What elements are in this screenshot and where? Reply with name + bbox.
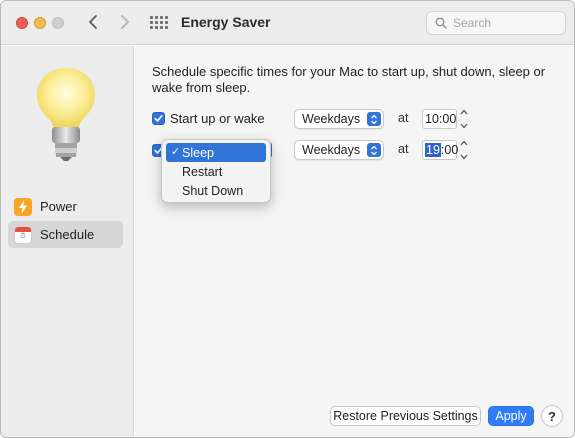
- light-bulb-icon: [37, 68, 95, 161]
- sidebar-item-schedule[interactable]: ⏱ Schedule: [8, 221, 123, 248]
- restore-previous-settings-button[interactable]: Restore Previous Settings: [330, 406, 481, 426]
- stepper-down-icon[interactable]: [460, 123, 468, 129]
- forward-button[interactable]: [115, 10, 135, 34]
- menu-item-label: Sleep: [182, 145, 214, 160]
- sleep-time-stepper[interactable]: [459, 140, 469, 160]
- zoom-button[interactable]: [52, 17, 64, 29]
- back-button[interactable]: [83, 10, 103, 34]
- time-minute[interactable]: 00: [442, 112, 456, 126]
- apply-button[interactable]: Apply: [488, 406, 534, 426]
- sidebar-item-power[interactable]: Power: [8, 193, 123, 220]
- checkmark-icon: [154, 115, 163, 122]
- startup-frequency-popup[interactable]: Weekdays: [294, 109, 384, 129]
- chevron-left-icon: [89, 15, 97, 29]
- stepper-up-icon[interactable]: [460, 140, 468, 146]
- startup-time-field[interactable]: 10:00: [422, 109, 457, 129]
- sleep-time-field[interactable]: 19:00: [422, 140, 458, 160]
- minimize-button[interactable]: [34, 17, 46, 29]
- show-all-grid-icon[interactable]: [150, 14, 168, 32]
- popup-value: Weekdays: [302, 112, 361, 126]
- sidebar-item-label: Schedule: [40, 227, 95, 242]
- startup-checkbox[interactable]: [152, 112, 165, 125]
- stepper-up-icon[interactable]: [460, 109, 468, 115]
- time-minute[interactable]: 00: [444, 143, 458, 157]
- help-button[interactable]: ?: [541, 405, 563, 427]
- menu-item-label: Restart: [182, 164, 223, 179]
- stepper-down-icon[interactable]: [460, 154, 468, 160]
- window-title: Energy Saver: [181, 14, 271, 30]
- sleep-frequency-popup[interactable]: Weekdays: [294, 140, 384, 160]
- menu-item-sleep[interactable]: ✓ Sleep: [166, 143, 266, 162]
- time-hour[interactable]: 10: [425, 112, 439, 126]
- menu-item-shut-down[interactable]: Shut Down: [166, 181, 266, 200]
- up-down-arrows-icon: [367, 112, 381, 126]
- calendar-icon: ⏱: [14, 225, 32, 244]
- startup-time-stepper[interactable]: [459, 109, 469, 129]
- menu-item-restart[interactable]: Restart: [166, 162, 266, 181]
- schedule-description: Schedule specific times for your Mac to …: [152, 64, 546, 95]
- up-down-arrows-icon: [367, 143, 381, 157]
- search-field[interactable]: [426, 11, 566, 35]
- popup-value: Weekdays: [302, 143, 361, 157]
- close-button[interactable]: [16, 17, 28, 29]
- chevron-right-icon: [121, 15, 129, 29]
- sidebar: Power ⏱ Schedule: [1, 46, 134, 437]
- menu-item-label: Shut Down: [182, 183, 244, 198]
- at-label: at: [398, 142, 409, 156]
- at-label: at: [398, 111, 409, 125]
- schedule-pane: Schedule specific times for your Mac to …: [135, 46, 574, 437]
- sidebar-item-label: Power: [40, 199, 77, 214]
- title-bar: Energy Saver: [1, 1, 574, 45]
- search-icon: [435, 17, 447, 29]
- search-input[interactable]: [453, 16, 553, 30]
- startup-label: Start up or wake: [170, 111, 265, 126]
- energy-saver-window: Energy Saver Search Power ⏱ Schedule Sch…: [0, 0, 575, 438]
- lightning-bolt-icon: [14, 197, 32, 216]
- time-hour-selected[interactable]: 19: [425, 143, 441, 157]
- checkmark-icon: ✓: [171, 146, 181, 158]
- action-dropdown-menu: ✓ Sleep Restart Shut Down: [161, 139, 271, 203]
